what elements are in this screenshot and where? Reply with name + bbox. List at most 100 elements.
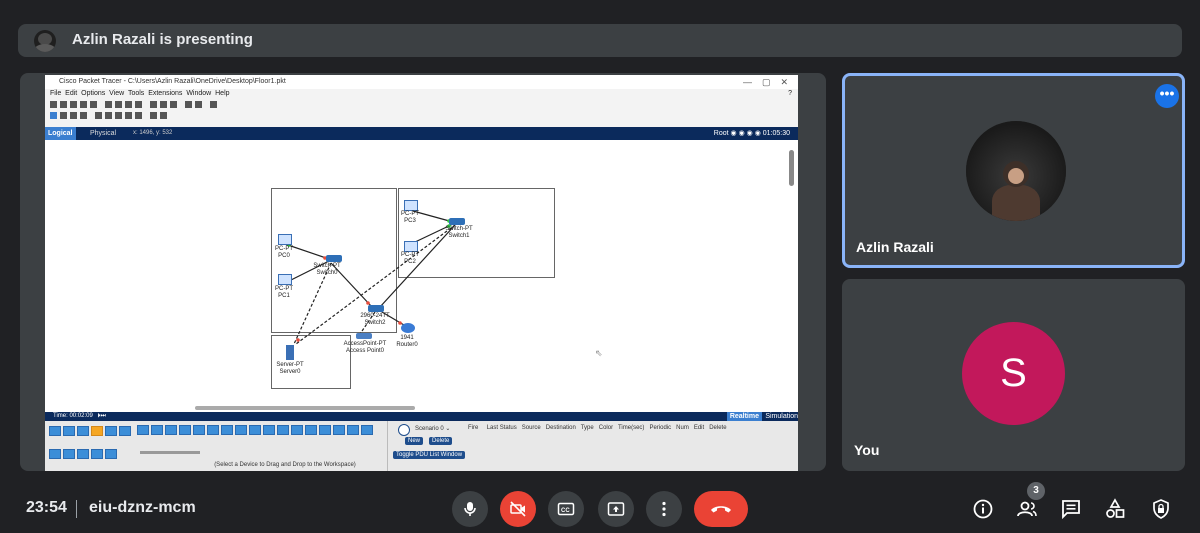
meeting-details-button[interactable] — [972, 498, 994, 520]
host-controls-button[interactable] — [1150, 498, 1172, 520]
device-model-5-icon[interactable] — [193, 425, 205, 435]
device-category-security-icon[interactable] — [119, 426, 131, 436]
device-list-scrollbar[interactable] — [140, 451, 200, 454]
menu-window[interactable]: Window — [186, 90, 211, 97]
server0-device[interactable] — [286, 345, 294, 360]
undo-icon[interactable] — [125, 101, 132, 108]
wizard-icon[interactable] — [90, 101, 97, 108]
pdu-fire-icon[interactable] — [398, 424, 410, 436]
new-file-icon[interactable] — [50, 101, 57, 108]
ellipse-icon[interactable] — [125, 112, 132, 119]
device-model-16-icon[interactable] — [347, 425, 359, 435]
device-model-9-icon[interactable] — [249, 425, 261, 435]
device-model-1-icon[interactable] — [137, 425, 149, 435]
device-category-routers-icon[interactable] — [49, 426, 61, 436]
pdu-simple-icon[interactable] — [150, 112, 157, 119]
participant-tile-azlin[interactable]: Azlin Razali ••• — [842, 73, 1185, 268]
device-model-3-icon[interactable] — [165, 425, 177, 435]
select-icon[interactable] — [50, 112, 57, 119]
zoom-out-icon[interactable] — [170, 101, 177, 108]
device-category-multiuser-icon[interactable] — [77, 449, 89, 459]
custom-device-icon[interactable] — [195, 101, 202, 108]
device-model-17-icon[interactable] — [361, 425, 373, 435]
device-category-components-icon[interactable] — [63, 449, 75, 459]
more-options-button[interactable] — [646, 491, 682, 527]
zoom-in-icon[interactable] — [150, 101, 157, 108]
pdu-complex-icon[interactable] — [160, 112, 167, 119]
device-model-7-icon[interactable] — [221, 425, 233, 435]
logical-tab[interactable]: Logical — [45, 127, 76, 140]
leave-call-button[interactable] — [694, 491, 748, 527]
present-button[interactable] — [598, 491, 634, 527]
line-icon[interactable] — [105, 112, 112, 119]
pc3-device[interactable] — [404, 200, 418, 211]
device-model-13-icon[interactable] — [305, 425, 317, 435]
camera-button[interactable] — [500, 491, 536, 527]
menu-view[interactable]: View — [109, 90, 124, 97]
device-model-11-icon[interactable] — [277, 425, 289, 435]
device-model-2-icon[interactable] — [151, 425, 163, 435]
device-category-switches-icon[interactable] — [63, 426, 75, 436]
accesspoint0-device[interactable] — [356, 333, 372, 339]
copy-icon[interactable] — [105, 101, 112, 108]
simulation-tab[interactable]: Simulation — [765, 412, 798, 421]
menu-help[interactable]: Help — [215, 90, 229, 97]
palette-icon[interactable] — [185, 101, 192, 108]
device-model-6-icon[interactable] — [207, 425, 219, 435]
realtime-tab[interactable]: Realtime — [726, 412, 762, 421]
menu-tools[interactable]: Tools — [128, 90, 144, 97]
device-category-custom-icon[interactable] — [105, 449, 117, 459]
device-model-14-icon[interactable] — [319, 425, 331, 435]
toggle-pdu-list-button[interactable]: Toggle PDU List Window — [393, 451, 466, 459]
people-button[interactable] — [1016, 498, 1038, 520]
device-category-wireless-icon[interactable] — [105, 426, 117, 436]
resize-icon[interactable] — [80, 112, 87, 119]
switch0-device[interactable] — [326, 255, 342, 262]
scenario-select[interactable]: Scenario 0 ⌄ — [415, 425, 450, 432]
paste-icon[interactable] — [115, 101, 122, 108]
play-icon[interactable]: ⏵⏭ — [97, 413, 105, 419]
device-model-4-icon[interactable] — [179, 425, 191, 435]
device-model-10-icon[interactable] — [263, 425, 275, 435]
physical-tab[interactable]: Physical — [87, 127, 119, 140]
freeform-icon[interactable] — [135, 112, 142, 119]
pc1-device[interactable] — [278, 274, 292, 285]
switch1-device[interactable] — [449, 218, 465, 225]
activities-button[interactable] — [1104, 498, 1126, 520]
menu-edit[interactable]: Edit — [65, 90, 77, 97]
open-icon[interactable] — [60, 101, 67, 108]
viewport-icon[interactable] — [210, 101, 217, 108]
save-icon[interactable] — [70, 101, 77, 108]
device-model-12-icon[interactable] — [291, 425, 303, 435]
print-icon[interactable] — [80, 101, 87, 108]
rectangle-icon[interactable] — [115, 112, 122, 119]
window-controls-icon[interactable]: — ▢ ✕ — [743, 75, 788, 89]
note-icon[interactable] — [95, 112, 102, 119]
menu-options[interactable]: Options — [81, 90, 105, 97]
device-category-connections-icon[interactable] — [91, 426, 103, 436]
pc0-device[interactable] — [278, 234, 292, 245]
zoom-reset-icon[interactable] — [160, 101, 167, 108]
pdu-new-button[interactable]: New — [405, 437, 424, 445]
participant-tile-you[interactable]: S You — [842, 279, 1185, 471]
inspect-icon[interactable] — [60, 112, 67, 119]
pc2-device[interactable] — [404, 241, 418, 252]
logical-workspace[interactable]: PC-PT PC0 PC-PT PC1 Switch-PT Switch0 PC-PT… — [45, 140, 798, 412]
mic-button[interactable] — [452, 491, 488, 527]
captions-button[interactable]: CC — [548, 491, 584, 527]
device-model-8-icon[interactable] — [235, 425, 247, 435]
device-category-misc-icon[interactable] — [91, 449, 103, 459]
help-icon[interactable]: ? — [788, 89, 792, 99]
redo-icon[interactable] — [135, 101, 142, 108]
device-category-end-devices-icon[interactable] — [49, 449, 61, 459]
device-model-15-icon[interactable] — [333, 425, 345, 435]
more-options-icon[interactable]: ••• — [1155, 84, 1179, 108]
menu-extensions[interactable]: Extensions — [148, 90, 182, 97]
device-category-hubs-icon[interactable] — [77, 426, 89, 436]
delete-icon[interactable] — [70, 112, 77, 119]
menu-file[interactable]: File — [50, 90, 61, 97]
switch2-device[interactable] — [368, 305, 384, 312]
router0-device[interactable] — [401, 323, 415, 333]
chat-button[interactable] — [1060, 498, 1082, 520]
pdu-delete-button[interactable]: Delete — [429, 437, 453, 445]
